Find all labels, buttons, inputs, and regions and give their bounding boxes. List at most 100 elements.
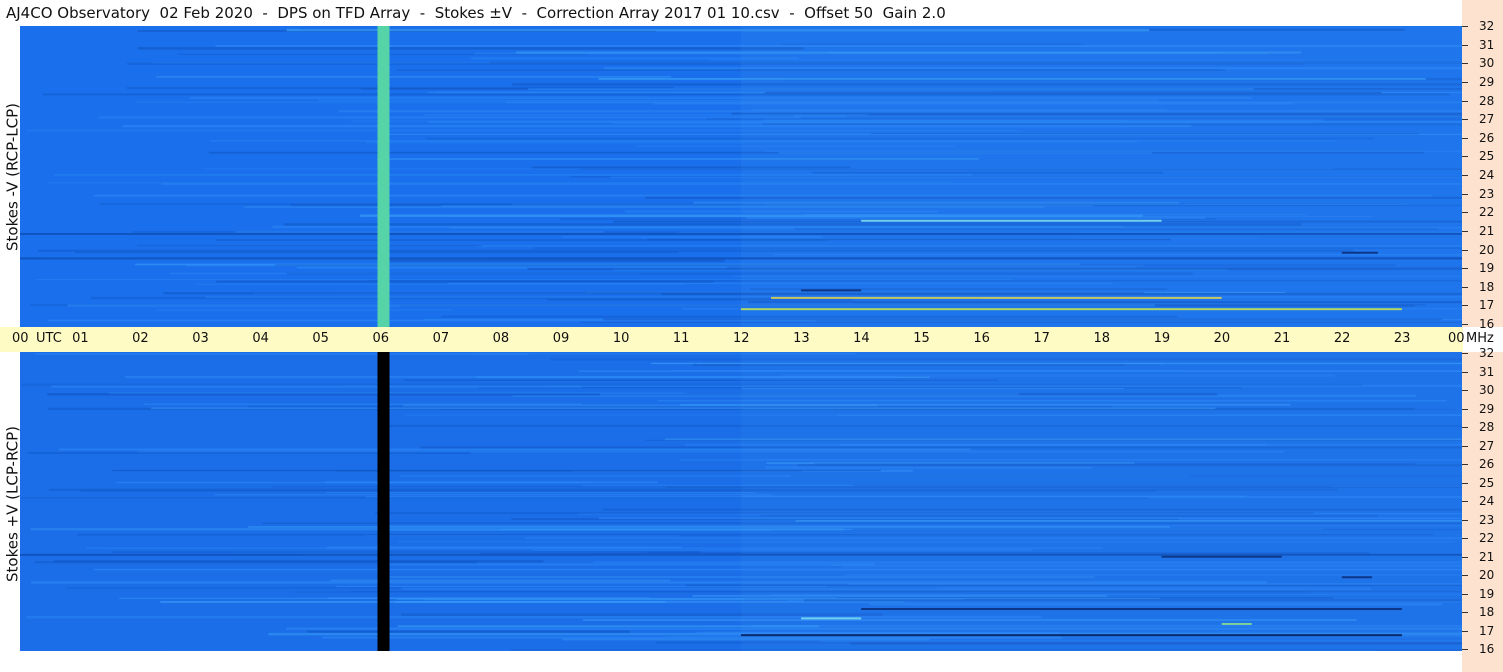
heatmap-streak bbox=[137, 244, 482, 247]
top-freq-tick bbox=[1462, 26, 1468, 27]
time-tick-label: 06 bbox=[372, 331, 390, 346]
bottom-freq-tick bbox=[1462, 464, 1468, 465]
top-freq-label: 29 bbox=[1479, 74, 1495, 89]
heatmap-streak bbox=[324, 481, 658, 484]
top-freq-tick bbox=[1462, 286, 1468, 288]
top-freq-tick bbox=[1462, 44, 1468, 46]
heatmap-streak bbox=[99, 116, 802, 119]
heatmap-streak bbox=[235, 230, 604, 234]
time-tick-label: 20 bbox=[1213, 331, 1231, 346]
top-freq-tick bbox=[1462, 193, 1468, 195]
time-tick-label: 17 bbox=[1033, 331, 1050, 346]
bottom-frequency-axis: 16 17 18 19 20 21 22 23 24 25 26 27 28 29 30 31 32 bbox=[1462, 346, 1503, 672]
bottom-freq-label: 23 bbox=[1479, 512, 1495, 527]
top-freq-tick bbox=[1462, 324, 1468, 325]
heatmap-feature-line bbox=[861, 608, 1402, 611]
heatmap-streak bbox=[213, 494, 773, 496]
heatmap-streak bbox=[335, 469, 803, 472]
top-freq-label: 26 bbox=[1479, 130, 1495, 145]
time-tick-label: 04 bbox=[252, 331, 269, 346]
time-tick-label: 01 bbox=[72, 331, 89, 346]
time-tick-label: 23 bbox=[1393, 331, 1411, 346]
bottom-spectrogram-panel bbox=[20, 352, 1462, 651]
heatmap-streak bbox=[156, 76, 672, 78]
time-tick-label: 09 bbox=[552, 331, 570, 346]
top-frequency-axis: 16 17 18 19 20 21 22 23 24 25 26 27 28 29 30 31 32 bbox=[1462, 0, 1503, 331]
mhz-unit-label: MHz bbox=[1466, 331, 1494, 346]
bottom-freq-tick bbox=[1462, 538, 1468, 539]
top-freq-label: 30 bbox=[1479, 56, 1495, 71]
bottom-freq-label: 29 bbox=[1479, 401, 1495, 416]
heatmap-streak bbox=[111, 551, 700, 553]
top-freq-tick bbox=[1462, 212, 1468, 214]
time-tick-label: 13 bbox=[793, 331, 810, 346]
top-freq-label: 21 bbox=[1479, 223, 1495, 238]
bottom-freq-tick bbox=[1462, 408, 1468, 410]
bottom-freq-tick bbox=[1462, 612, 1468, 613]
bottom-freq-tick bbox=[1462, 519, 1468, 521]
top-spectrogram-svg bbox=[20, 26, 1462, 327]
top-freq-label: 19 bbox=[1479, 261, 1495, 276]
top-freq-label: 32 bbox=[1479, 19, 1495, 33]
top-freq-tick bbox=[1462, 305, 1468, 307]
bottom-freq-tick bbox=[1462, 556, 1468, 558]
heatmap-feature-line bbox=[1161, 555, 1282, 558]
bottom-freq-label: 21 bbox=[1479, 549, 1495, 564]
time-tick-label: 07 bbox=[432, 331, 450, 346]
heatmap-streak bbox=[143, 403, 582, 405]
heatmap-streak bbox=[195, 283, 686, 285]
heatmap-feature-line bbox=[20, 553, 1462, 556]
heatmap-streak bbox=[30, 528, 845, 531]
heatmap-feature-line bbox=[20, 257, 1462, 260]
heatmap-feature-line bbox=[771, 296, 1222, 299]
heatmap-feature-line bbox=[741, 634, 1402, 637]
bottom-freq-tick bbox=[1462, 353, 1468, 354]
bottom-freq-label: 30 bbox=[1479, 383, 1495, 397]
bottom-freq-label: 27 bbox=[1479, 438, 1495, 453]
heatmap-streak bbox=[156, 309, 452, 311]
bottom-freq-tick bbox=[1462, 390, 1468, 391]
heatmap-streak bbox=[307, 630, 630, 633]
time-tick-label: 22 bbox=[1333, 331, 1351, 346]
top-spectrogram-panel bbox=[20, 26, 1462, 327]
top-freq-tick bbox=[1462, 249, 1468, 251]
top-freq-tick bbox=[1462, 268, 1468, 270]
heatmap-feature-line bbox=[1341, 576, 1372, 579]
bottom-freq-label: 31 bbox=[1479, 364, 1495, 379]
heatmap-streak bbox=[34, 353, 529, 355]
bottom-freq-label: 18 bbox=[1479, 605, 1495, 619]
heatmap-streak bbox=[54, 560, 544, 563]
heatmap-streak bbox=[326, 491, 757, 494]
time-tick-label: 21 bbox=[1273, 331, 1291, 346]
bottom-freq-tick bbox=[1462, 575, 1468, 576]
calibration-gap-band bbox=[377, 352, 390, 651]
heatmap-feature-line bbox=[1341, 251, 1378, 254]
bottom-freq-tick bbox=[1462, 371, 1468, 373]
heatmap-feature-line bbox=[801, 289, 862, 292]
top-freq-label: 23 bbox=[1479, 186, 1495, 201]
top-freq-tick bbox=[1462, 230, 1468, 232]
time-tick-label: 00 bbox=[12, 331, 29, 346]
top-freq-label: 16 bbox=[1479, 317, 1495, 331]
heatmap-streak bbox=[386, 259, 725, 262]
chart-title: AJ4CO Observatory 02 Feb 2020 - DPS on T… bbox=[6, 4, 946, 22]
bottom-freq-tick bbox=[1462, 649, 1468, 650]
bottom-freq-label: 17 bbox=[1479, 623, 1495, 638]
heatmap-glow bbox=[741, 352, 1462, 651]
heatmap-glow bbox=[741, 26, 1462, 327]
top-freq-tick bbox=[1462, 81, 1468, 83]
top-freq-label: 20 bbox=[1479, 242, 1495, 257]
time-tick-label: 08 bbox=[492, 331, 510, 346]
heatmap-feature-line bbox=[741, 308, 1402, 311]
bottom-freq-tick bbox=[1462, 630, 1468, 632]
bottom-freq-tick bbox=[1462, 482, 1468, 484]
top-freq-tick bbox=[1462, 156, 1468, 158]
bottom-freq-label: 16 bbox=[1479, 642, 1495, 656]
bottom-spectrogram-svg bbox=[20, 352, 1462, 651]
bottom-freq-label: 22 bbox=[1479, 531, 1495, 545]
bottom-freq-label: 19 bbox=[1479, 586, 1495, 601]
top-freq-label: 31 bbox=[1479, 37, 1495, 52]
bottom-freq-tick bbox=[1462, 593, 1468, 595]
time-tick-label: 19 bbox=[1153, 331, 1171, 346]
time-tick-label: 18 bbox=[1093, 331, 1111, 346]
